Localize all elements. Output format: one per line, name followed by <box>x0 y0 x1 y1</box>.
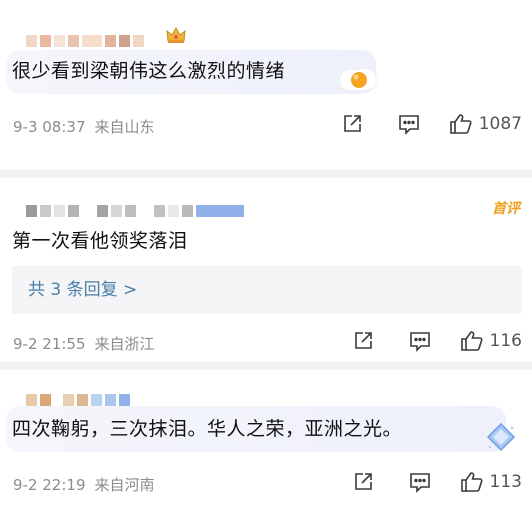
comment-location: 来自浙江 <box>94 335 155 353</box>
like-icon[interactable] <box>460 329 484 353</box>
comment-text: 四次鞠躬，三次抹泪。华人之荣，亚洲之光。 <box>12 418 403 440</box>
like-icon[interactable] <box>449 112 473 136</box>
like-count: 113 <box>489 472 522 492</box>
comment-meta: 9-2 22:19 来自河南 <box>13 474 155 495</box>
like-count: 1087 <box>478 114 522 134</box>
diamond-icon <box>484 420 518 454</box>
comment-location: 来自山东 <box>94 118 155 136</box>
comment-actions: 116 <box>351 329 522 353</box>
comment-text: 很少看到梁朝伟这么激烈的情绪 <box>12 60 286 82</box>
comment-icon[interactable] <box>408 470 432 494</box>
comment-meta: 9-3 08:37 来自山东 <box>13 116 155 137</box>
share-icon[interactable] <box>351 329 375 353</box>
comment-actions: 113 <box>351 470 522 494</box>
view-replies-button[interactable]: 共 3 条回复 > <box>12 266 522 314</box>
crown-icon <box>166 26 186 44</box>
comment-icon[interactable] <box>397 112 421 136</box>
comment-item: 四次鞠躬，三次抹泪。华人之荣，亚洲之光。 9-2 22:19 来自河南 113 <box>0 370 532 510</box>
comment-text: 第一次看他领奖落泪 <box>12 230 188 252</box>
like-count: 116 <box>489 331 522 351</box>
username-blurred[interactable] <box>26 33 144 49</box>
share-icon[interactable] <box>340 112 364 136</box>
comment-item: 很少看到梁朝伟这么激烈的情绪 9-3 08:37 来自山东 1087 <box>0 0 532 170</box>
comment-meta: 9-2 21:55 来自浙江 <box>13 333 155 354</box>
comment-time: 9-3 08:37 <box>13 117 86 136</box>
comment-actions: 1087 <box>340 112 522 136</box>
fried-egg-icon <box>336 63 380 93</box>
like-icon[interactable] <box>460 470 484 494</box>
comment-item: 首评 第一次看他领奖落泪 共 3 条回复 > 9-2 21:55 来自浙江 11… <box>0 178 532 362</box>
first-comment-badge: 首评 <box>492 201 520 217</box>
username-blurred[interactable] <box>26 203 244 219</box>
share-icon[interactable] <box>351 470 375 494</box>
comment-time: 9-2 21:55 <box>13 334 86 353</box>
divider <box>0 362 532 370</box>
divider <box>0 170 532 178</box>
comment-location: 来自河南 <box>94 476 155 494</box>
comment-time: 9-2 22:19 <box>13 475 86 494</box>
comment-icon[interactable] <box>408 329 432 353</box>
